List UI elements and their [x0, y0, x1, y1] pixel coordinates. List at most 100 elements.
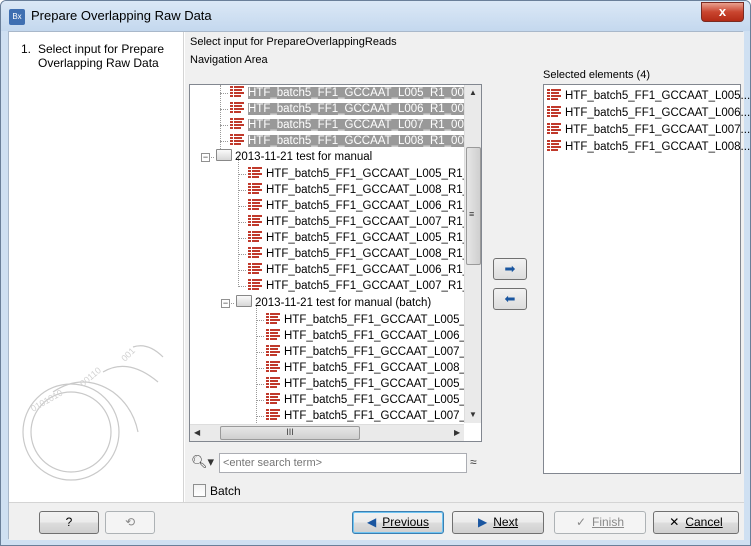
tree-item[interactable]: HTF_batch5_FF1_GCCAAT_L005_R1_00	[248, 230, 482, 246]
tree-item[interactable]: HTF_batch5_FF1_GCCAAT_L005_R1_00	[248, 166, 482, 182]
collapse-toggle-icon[interactable]: −	[221, 299, 230, 308]
sequence-list-icon	[266, 361, 280, 372]
cancel-label: Cancel	[685, 515, 723, 529]
close-button[interactable]: x	[701, 2, 744, 22]
sequence-list-icon	[248, 215, 262, 226]
tree-item-label: HTF_batch5_FF1_GCCAAT_L005_R1_00	[266, 168, 482, 180]
tree-connector	[220, 93, 228, 94]
vertical-scrollbar[interactable]: ▲ ≡ ▼	[464, 85, 481, 423]
search-icon[interactable]: 🔍︎▾	[191, 454, 214, 470]
sequence-list-icon	[266, 409, 280, 420]
search-input[interactable]	[219, 453, 467, 473]
tree-item-label: HTF_batch5_FF1_GCCAAT_L008_R1_00	[266, 184, 482, 196]
checkmark-icon: ✓	[575, 515, 587, 529]
tree-item[interactable]: HTF_batch5_FF1_GCCAAT_L005_R1	[266, 376, 481, 392]
sequence-list-icon	[230, 134, 244, 145]
tree-connector	[238, 270, 246, 271]
selected-element[interactable]: HTF_batch5_FF1_GCCAAT_L005...	[547, 88, 750, 104]
tree-item[interactable]: HTF_batch5_FF1_GCCAAT_L006_R1	[266, 328, 481, 344]
batch-label: Batch	[210, 484, 241, 498]
tree-folder[interactable]: 2013-11-21 test for manual (batch)	[236, 295, 431, 311]
selected-element[interactable]: HTF_batch5_FF1_GCCAAT_L008...	[547, 139, 750, 155]
collapse-toggle-icon[interactable]: −	[201, 153, 210, 162]
tree-item[interactable]: HTF_batch5_FF1_GCCAAT_L006_R1_00	[248, 198, 481, 214]
next-label: Next	[493, 515, 518, 529]
vertical-scroll-thumb[interactable]	[466, 147, 481, 265]
horizontal-scroll-thumb[interactable]: III	[220, 426, 360, 440]
tree-item-label: HTF_batch5_FF1_GCCAAT_L005_R1	[284, 378, 481, 390]
title-bar[interactable]: Bx Prepare Overlapping Raw Data x	[1, 1, 750, 31]
tree-item[interactable]: HTF_batch5_FF1_GCCAAT_L008_R1_00	[248, 246, 482, 262]
sequence-list-icon	[266, 393, 280, 404]
tree-connector	[238, 174, 246, 175]
tree-connector	[238, 157, 239, 285]
tree-item-label: HTF_batch5_FF1_GCCAAT_L008_R1_001 (p	[248, 135, 481, 147]
tree-item-label: HTF_batch5_FF1_GCCAAT_L006_R1_001 (p	[248, 103, 481, 115]
tree-item[interactable]: HTF_batch5_FF1_GCCAAT_L007_R1	[266, 344, 481, 360]
tree-item[interactable]: HTF_batch5_FF1_GCCAAT_L005_R1	[266, 392, 481, 408]
selected-element[interactable]: HTF_batch5_FF1_GCCAAT_L007...	[547, 122, 750, 138]
sequence-list-icon	[230, 86, 244, 97]
scroll-right-arrow-icon[interactable]: ▶	[454, 428, 460, 437]
next-button[interactable]: ▶ Next	[452, 511, 544, 534]
scroll-left-arrow-icon[interactable]: ◀	[194, 428, 200, 437]
tree-connector	[256, 400, 264, 401]
tree-item[interactable]: HTF_batch5_FF1_GCCAAT_L007_R1_001 (p	[230, 117, 481, 133]
selected-element-label: HTF_batch5_FF1_GCCAAT_L005...	[565, 90, 751, 102]
tree-item[interactable]: HTF_batch5_FF1_GCCAAT_L007_R1_00	[248, 214, 481, 230]
batch-checkbox-row[interactable]: Batch	[193, 484, 241, 498]
tree-item[interactable]: HTF_batch5_FF1_GCCAAT_L006_R1_00	[248, 262, 481, 278]
tree-item[interactable]: HTF_batch5_FF1_GCCAAT_L008_R1_001 (p	[230, 133, 481, 149]
scroll-down-arrow-icon[interactable]: ▼	[469, 410, 477, 419]
sequence-list-icon	[266, 329, 280, 340]
reset-button[interactable]: ⟲	[105, 511, 155, 534]
cancel-button[interactable]: ✕ Cancel	[653, 511, 739, 534]
folder-icon	[216, 149, 232, 161]
finish-label: Finish	[592, 515, 625, 529]
search-options-icon[interactable]: ≈	[470, 455, 477, 469]
tree-item[interactable]: HTF_batch5_FF1_GCCAAT_L006_R1_001 (p	[230, 101, 481, 117]
tree-item[interactable]: HTF_batch5_FF1_GCCAAT_L007_R1_00	[248, 278, 482, 294]
add-to-selection-button[interactable]: ➡	[493, 258, 527, 280]
tree-connector	[256, 384, 264, 385]
tree-folder[interactable]: 2013-11-21 test for manual	[216, 149, 372, 165]
tree-connector	[238, 254, 246, 255]
help-button[interactable]: ?	[39, 511, 99, 534]
tree-item[interactable]: HTF_batch5_FF1_GCCAAT_L008_R1	[266, 360, 481, 376]
previous-label: Previous	[382, 515, 429, 529]
selected-element-label: HTF_batch5_FF1_GCCAAT_L007...	[565, 124, 751, 136]
sequence-list-icon	[248, 167, 262, 178]
sequence-list-icon	[547, 123, 561, 134]
sequence-list-icon	[248, 247, 262, 258]
tree-connector	[256, 352, 264, 353]
tree-item-label: HTF_batch5_FF1_GCCAAT_L008_R1	[284, 362, 481, 374]
tree-connector	[220, 125, 228, 126]
selected-element[interactable]: HTF_batch5_FF1_GCCAAT_L006...	[547, 105, 750, 121]
tree-connector	[220, 141, 228, 142]
horizontal-scrollbar[interactable]: ◀ III ▶	[190, 424, 464, 441]
sequence-list-icon	[266, 313, 280, 324]
tree-item-label: HTF_batch5_FF1_GCCAAT_L007_R1_00	[266, 280, 482, 292]
tree-item-label: HTF_batch5_FF1_GCCAAT_L008_R1_00	[266, 248, 482, 260]
svg-text:001: 001	[119, 346, 137, 364]
finish-button[interactable]: ✓ Finish	[554, 511, 646, 534]
tree-item[interactable]: HTF_batch5_FF1_GCCAAT_L007_R1	[266, 408, 481, 424]
tree-item-label: HTF_batch5_FF1_GCCAAT_L005_R1	[284, 314, 481, 326]
batch-checkbox[interactable]	[193, 484, 206, 497]
tree-connector	[238, 222, 246, 223]
tree-item-label: HTF_batch5_FF1_GCCAAT_L005_R1_00	[266, 232, 482, 244]
tree-item[interactable]: HTF_batch5_FF1_GCCAAT_L005_R1_001 (p	[230, 85, 481, 101]
tree-item[interactable]: HTF_batch5_FF1_GCCAAT_L005_R1	[266, 312, 481, 328]
folder-icon	[236, 295, 252, 307]
previous-button[interactable]: ◀ Previous	[352, 511, 444, 534]
navigation-area-label: Navigation Area	[190, 54, 268, 66]
selected-elements-label: Selected elements (4)	[543, 69, 650, 81]
tree-connector	[256, 303, 257, 423]
selected-elements-list[interactable]: HTF_batch5_FF1_GCCAAT_L005... HTF_batch5_…	[543, 84, 750, 474]
dialog-body: 1. Select input for Prepare Overlapping …	[8, 31, 750, 540]
navigation-tree[interactable]: HTF_batch5_FF1_GCCAAT_L005_R1_001 (p HTF_…	[189, 84, 482, 442]
search-bar: 🔍︎▾ ≈	[189, 452, 482, 474]
tree-item[interactable]: HTF_batch5_FF1_GCCAAT_L008_R1_00	[248, 182, 482, 198]
scroll-up-arrow-icon[interactable]: ▲	[469, 88, 477, 97]
remove-from-selection-button[interactable]: ⬅	[493, 288, 527, 310]
